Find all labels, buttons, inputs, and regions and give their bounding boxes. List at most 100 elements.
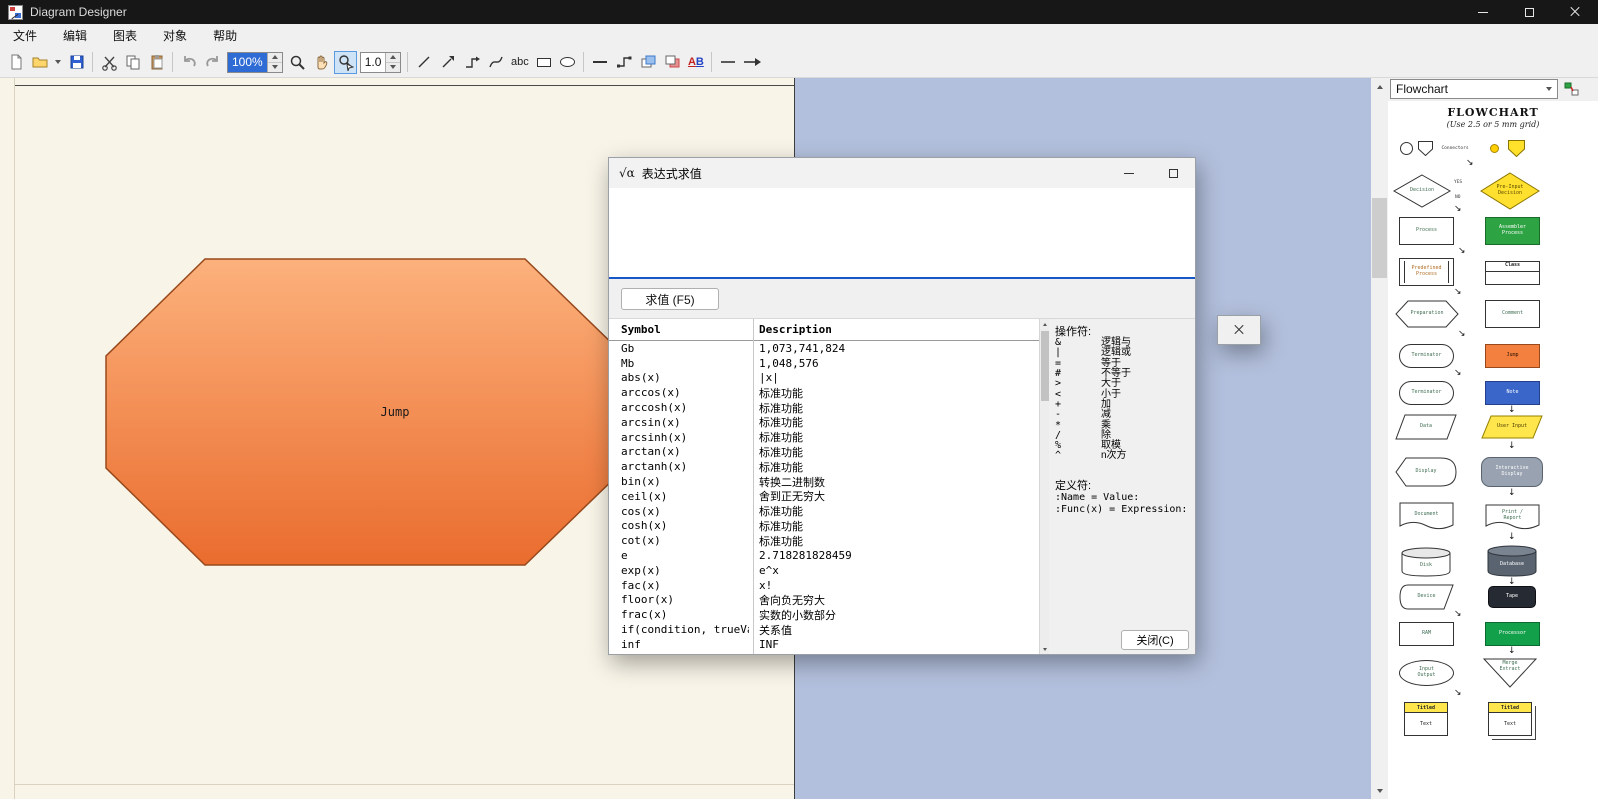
table-scrollbar[interactable]	[1039, 319, 1049, 654]
scroll-up-icon[interactable]	[1371, 78, 1388, 95]
minimize-button[interactable]	[1460, 0, 1506, 24]
table-row[interactable]: cosh(x) 标准功能	[609, 519, 1049, 534]
dialog-close-action-button[interactable]: 关闭(C)	[1121, 630, 1189, 650]
bring-to-front-button[interactable]	[636, 51, 659, 74]
palette-arrow[interactable]: ↓	[1508, 442, 1516, 451]
zoom-tool-button[interactable]	[286, 51, 309, 74]
palette-shape-display[interactable]: Display	[1395, 457, 1457, 487]
connector-style-button[interactable]	[612, 51, 635, 74]
table-row[interactable]: arctanh(x) 标准功能	[609, 459, 1049, 474]
paste-button[interactable]	[145, 51, 168, 74]
palette-shape-database[interactable]: Database	[1487, 545, 1537, 577]
scrollbar-thumb[interactable]	[1041, 331, 1049, 401]
symbol-table[interactable]: Symbol Description Gb 1,073,741,824 Mb 1…	[609, 319, 1049, 654]
palette-shape-print-report[interactable]: Print / Report	[1485, 504, 1540, 532]
table-row[interactable]: cot(x) 标准功能	[609, 533, 1049, 548]
palette-shape-process[interactable]: Process	[1399, 217, 1454, 245]
save-button[interactable]	[65, 51, 88, 74]
close-button[interactable]	[1552, 0, 1598, 24]
palette-shape-interactive-display[interactable]: Interactive Display	[1481, 457, 1543, 487]
redo-button[interactable]	[201, 51, 224, 74]
palette-shape-input-output[interactable]: Input Output	[1399, 660, 1454, 686]
table-row[interactable]: arctan(x) 标准功能	[609, 445, 1049, 460]
table-row[interactable]: arcsinh(x) 标准功能	[609, 430, 1049, 445]
palette-shape-note[interactable]: Note	[1485, 381, 1540, 405]
palette-shape-titled-text-stack[interactable]: Titled Text	[1488, 702, 1532, 736]
palette-shape-jump[interactable]: Jump	[1485, 344, 1540, 368]
palette-shape-processor[interactable]: Processor	[1485, 622, 1540, 646]
scroll-down-icon[interactable]	[1371, 782, 1388, 799]
table-row[interactable]: Mb 1,048,576	[609, 356, 1049, 371]
polyline-tool-button[interactable]	[460, 51, 483, 74]
menu-item[interactable]: 对象	[150, 24, 200, 47]
table-row[interactable]: exp(x) e^x	[609, 563, 1049, 578]
palette-shape-comment[interactable]: Comment	[1485, 300, 1540, 328]
palette-arrow[interactable]: ↓	[1508, 533, 1516, 542]
palette-shape-assembler-process[interactable]: Assembler Process	[1485, 217, 1540, 245]
table-row[interactable]: fac(x) x!	[609, 578, 1049, 593]
menu-item[interactable]: 图表	[100, 24, 150, 47]
menu-item[interactable]: 帮助	[200, 24, 250, 47]
palette-shape-connector-circle[interactable]	[1400, 142, 1413, 155]
table-row[interactable]: if(condition, trueVal... 关系值	[609, 622, 1049, 637]
evaluate-button[interactable]: 求值 (F5)	[621, 288, 719, 310]
arrow-end-button[interactable]	[740, 51, 763, 74]
dialog-minimize-button[interactable]	[1107, 158, 1151, 188]
plain-line-button[interactable]	[716, 51, 739, 74]
palette-shape-user-input[interactable]: User Input	[1481, 415, 1543, 439]
table-row[interactable]: abs(x) |x|	[609, 371, 1049, 386]
template-options-button[interactable]	[1561, 79, 1582, 99]
palette-shape-document[interactable]: Document	[1399, 502, 1454, 532]
template-selector[interactable]: Flowchart	[1390, 79, 1558, 99]
palette-shape-terminator[interactable]: Terminator	[1399, 344, 1454, 368]
pan-tool-button[interactable]	[310, 51, 333, 74]
curve-tool-button[interactable]	[484, 51, 507, 74]
dialog-maximize-button[interactable]	[1151, 158, 1195, 188]
table-row[interactable]: bin(x) 转换二进制数	[609, 474, 1049, 489]
table-row[interactable]: e 2.718281828459	[609, 548, 1049, 563]
palette-shape-connector-pentagon[interactable]	[1418, 141, 1433, 156]
ellipse-tool-button[interactable]	[556, 51, 579, 74]
palette-arrow[interactable]: ↘	[1454, 288, 1462, 297]
table-row[interactable]: cos(x) 标准功能	[609, 504, 1049, 519]
palette-shape-data[interactable]: Data	[1395, 414, 1457, 440]
table-row[interactable]: floor(x) 舍向负无穷大	[609, 593, 1049, 608]
palette-shape-pre-input-decision[interactable]: Pre-Input Decision	[1480, 172, 1540, 210]
palette-shape-connector-circle-yellow[interactable]	[1490, 144, 1499, 153]
palette-shape-terminator-2[interactable]: Terminator	[1399, 381, 1454, 405]
palette-arrow[interactable]: ↘	[1454, 689, 1462, 698]
menu-item[interactable]: 文件	[0, 24, 50, 47]
table-row[interactable]: inf INF	[609, 637, 1049, 652]
palette-shape-merge-extract[interactable]: Merge Extract	[1483, 658, 1537, 688]
palette-shape-tape[interactable]: Tape	[1488, 586, 1536, 608]
palette-arrow[interactable]: ↘	[1454, 610, 1462, 619]
text-tool-button[interactable]: abc	[508, 51, 531, 74]
palette-arrow[interactable]: ↘	[1466, 159, 1474, 168]
font-style-button[interactable]: AB	[684, 51, 707, 74]
palette-shape-class[interactable]: Class	[1485, 261, 1540, 285]
palette-shape-connector-pentagon-yellow[interactable]	[1508, 140, 1525, 157]
maximize-button[interactable]	[1506, 0, 1552, 24]
palette-arrow[interactable]: ↓	[1508, 578, 1516, 587]
zoom-spinner[interactable]	[266, 52, 282, 72]
open-button[interactable]	[28, 51, 51, 74]
palette-shape-preparation[interactable]: Preparation	[1395, 300, 1459, 328]
dialog-close-button[interactable]	[1217, 315, 1261, 345]
palette-shape-predefined-process[interactable]: Predefined Process	[1399, 258, 1454, 286]
rectangle-tool-button[interactable]	[532, 51, 555, 74]
line-width-spinner[interactable]	[385, 52, 401, 72]
scrollbar-thumb[interactable]	[1372, 198, 1387, 278]
line-style-button[interactable]	[588, 51, 611, 74]
palette-shape-titled-text[interactable]: Titled Text	[1404, 702, 1448, 736]
cut-button[interactable]	[97, 51, 120, 74]
palette-shape-ram[interactable]: RAM	[1399, 622, 1454, 646]
palette-arrow[interactable]: ↘	[1454, 205, 1462, 214]
canvas-vertical-scrollbar[interactable]	[1371, 78, 1388, 799]
palette-arrow[interactable]: ↓	[1508, 647, 1516, 656]
open-dropdown-button[interactable]	[52, 51, 64, 74]
palette-arrow[interactable]: ↓	[1508, 406, 1516, 415]
palette-shape-disk[interactable]: Disk	[1401, 547, 1451, 577]
zoom-select-tool-button[interactable]	[333, 50, 357, 74]
expression-input[interactable]	[609, 188, 1195, 277]
undo-button[interactable]	[177, 51, 200, 74]
